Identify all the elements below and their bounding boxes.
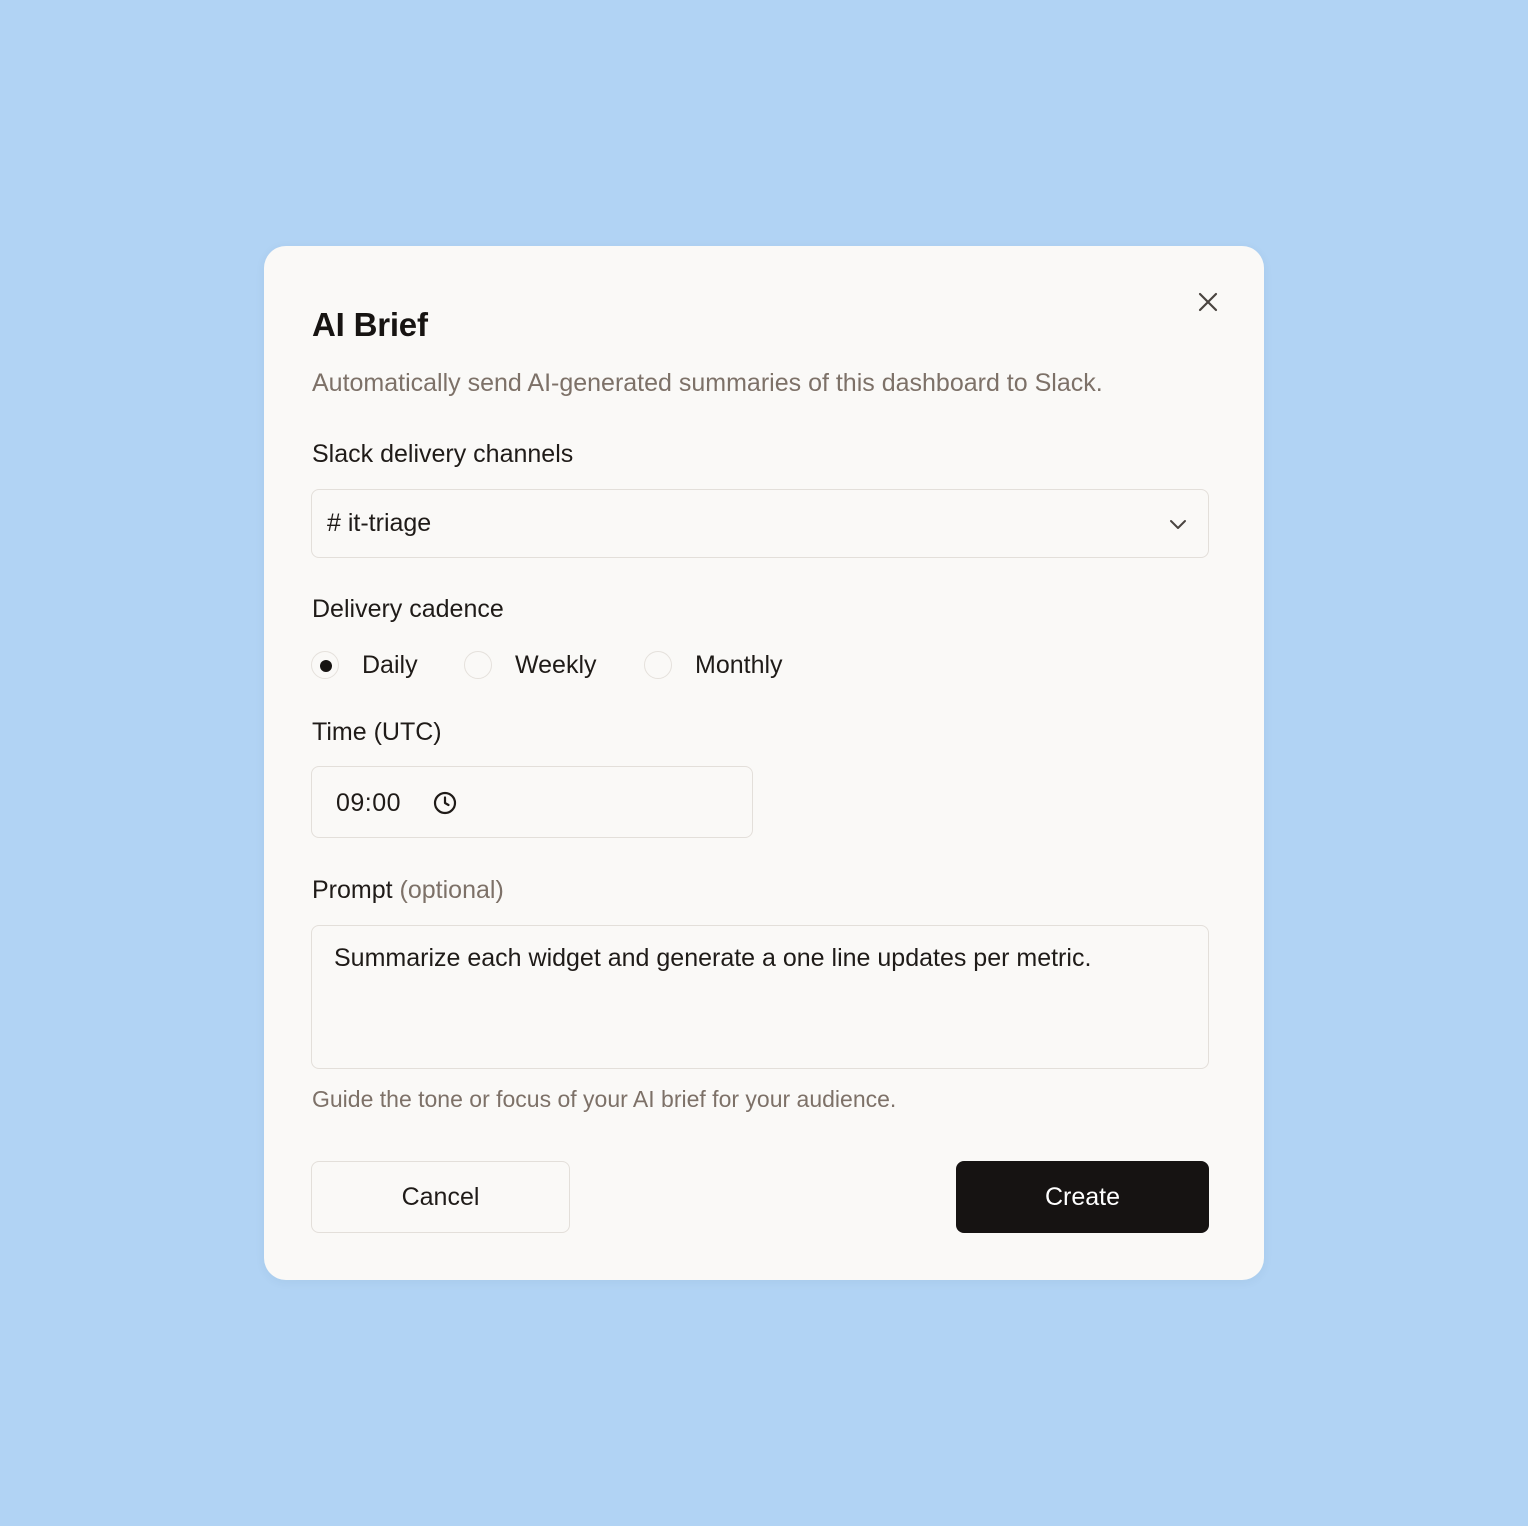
cancel-button[interactable]: Cancel — [311, 1161, 570, 1233]
prompt-textarea[interactable]: Summarize each widget and generate a one… — [311, 925, 1209, 1069]
time-label: Time (UTC) — [312, 718, 442, 746]
prompt-textarea-value: Summarize each widget and generate a one… — [334, 944, 1092, 972]
cadence-option-label: Daily — [362, 651, 418, 679]
clock-icon[interactable] — [432, 790, 458, 816]
close-button[interactable] — [1190, 284, 1226, 320]
dialog-title: AI Brief — [312, 306, 428, 343]
cadence-label: Delivery cadence — [312, 595, 504, 623]
channel-select[interactable]: # it-triage — [311, 489, 1209, 558]
close-icon — [1198, 292, 1218, 312]
radio-circle-checked — [311, 651, 339, 679]
prompt-label: Prompt (optional) — [312, 873, 504, 907]
chevron-down-icon — [1170, 520, 1186, 529]
channel-select-value: # it-triage — [327, 509, 432, 537]
create-button[interactable]: Create — [956, 1161, 1209, 1233]
prompt-label-text: Prompt — [312, 876, 393, 904]
cadence-option-label: Monthly — [695, 651, 783, 679]
radio-circle — [464, 651, 492, 679]
time-input[interactable]: 09:00 — [311, 766, 753, 838]
prompt-optional-label: (optional) — [399, 876, 504, 904]
cadence-option-label: Weekly — [515, 651, 597, 679]
channels-label: Slack delivery channels — [312, 440, 574, 468]
ai-brief-dialog: AI Brief Automatically send AI-generated… — [264, 246, 1264, 1280]
prompt-help-text: Guide the tone or focus of your AI brief… — [312, 1086, 897, 1112]
time-value: 09:00 — [336, 789, 402, 817]
dialog-subtitle: Automatically send AI-generated summarie… — [312, 369, 1103, 397]
radio-dot — [320, 660, 332, 672]
radio-circle — [644, 651, 672, 679]
